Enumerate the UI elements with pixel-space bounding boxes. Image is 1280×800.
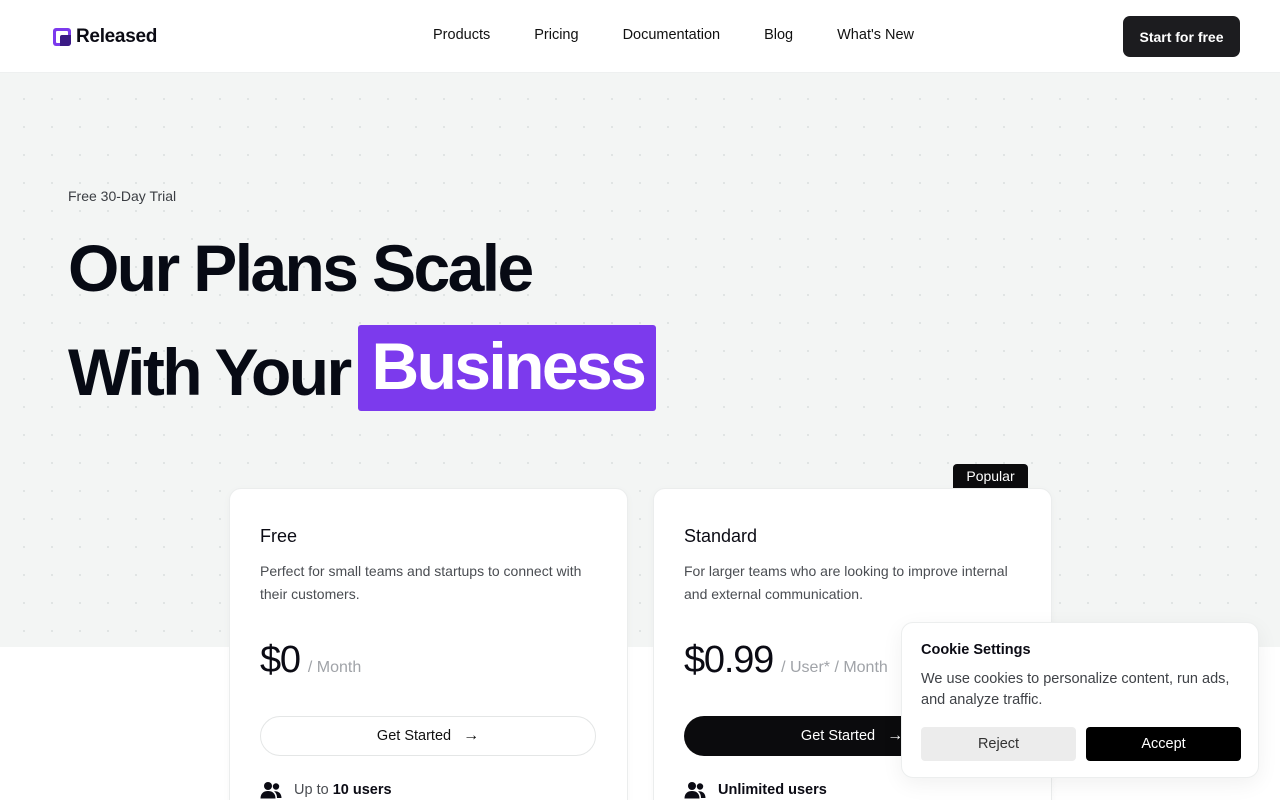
get-started-button[interactable]: Get Started → bbox=[260, 716, 596, 756]
button-label: Get Started bbox=[800, 728, 876, 744]
plan-feature: Unlimited users bbox=[684, 781, 827, 799]
price-unit: / User* / Month bbox=[781, 659, 888, 676]
hero-title-line-1: Our Plans Scale bbox=[68, 231, 534, 305]
accept-cookies-button[interactable]: Accept bbox=[1086, 727, 1241, 761]
logo-icon bbox=[53, 28, 71, 46]
feature-bold: 10 users bbox=[332, 782, 392, 798]
cookie-text: We use cookies to personalize content, r… bbox=[921, 671, 1230, 708]
plan-price: $0 / Month bbox=[260, 639, 361, 682]
hero-title-prefix: With Your bbox=[68, 335, 352, 409]
nav-blog[interactable]: Blog bbox=[764, 27, 793, 43]
button-label: Get Started bbox=[376, 728, 452, 744]
trial-eyebrow: Free 30-Day Trial bbox=[68, 188, 177, 204]
plan-card-free: Free Perfect for small teams and startup… bbox=[229, 488, 628, 800]
feature-text: Up to 10 users bbox=[294, 782, 392, 798]
plan-description: Perfect for small teams and startups to … bbox=[260, 563, 582, 602]
plan-price: $0.99 / User* / Month bbox=[684, 639, 888, 682]
start-for-free-button[interactable]: Start for free bbox=[1123, 16, 1240, 57]
users-icon bbox=[684, 782, 706, 799]
price-value: $0 bbox=[260, 639, 301, 681]
nav-whats-new[interactable]: What's New bbox=[837, 27, 914, 43]
plan-description: For larger teams who are looking to impr… bbox=[684, 563, 1008, 602]
price-unit: / Month bbox=[307, 659, 362, 676]
cookie-title: Cookie Settings bbox=[921, 642, 1031, 658]
site-header: Released Products Pricing Documentation … bbox=[0, 0, 1280, 73]
plan-feature: Up to 10 users bbox=[260, 781, 392, 799]
plan-name: Free bbox=[260, 526, 298, 546]
nav-pricing[interactable]: Pricing bbox=[534, 27, 578, 43]
reject-cookies-button[interactable]: Reject bbox=[921, 727, 1076, 761]
feature-text: Unlimited users bbox=[718, 782, 827, 798]
hero-title-line-2: With Your Business bbox=[68, 325, 657, 417]
nav-products[interactable]: Products bbox=[433, 27, 490, 43]
feature-bold: Unlimited users bbox=[718, 782, 827, 798]
logo[interactable]: Released bbox=[53, 26, 157, 48]
main-nav: Products Pricing Documentation Blog What… bbox=[433, 27, 914, 43]
price-value: $0.99 bbox=[684, 639, 774, 681]
logo-text: Released bbox=[76, 26, 158, 47]
nav-documentation[interactable]: Documentation bbox=[623, 27, 721, 43]
popular-badge: Popular bbox=[953, 464, 1028, 488]
users-icon bbox=[260, 782, 282, 799]
plan-name: Standard bbox=[684, 526, 758, 546]
arrow-right-icon: → bbox=[463, 727, 480, 744]
hero-section: Free 30-Day Trial Our Plans Scale With Y… bbox=[0, 73, 1280, 647]
cookie-banner: Cookie Settings We use cookies to person… bbox=[901, 622, 1259, 778]
feature-prefix: Up to bbox=[294, 782, 329, 798]
hero-title-highlight: Business bbox=[357, 325, 657, 411]
